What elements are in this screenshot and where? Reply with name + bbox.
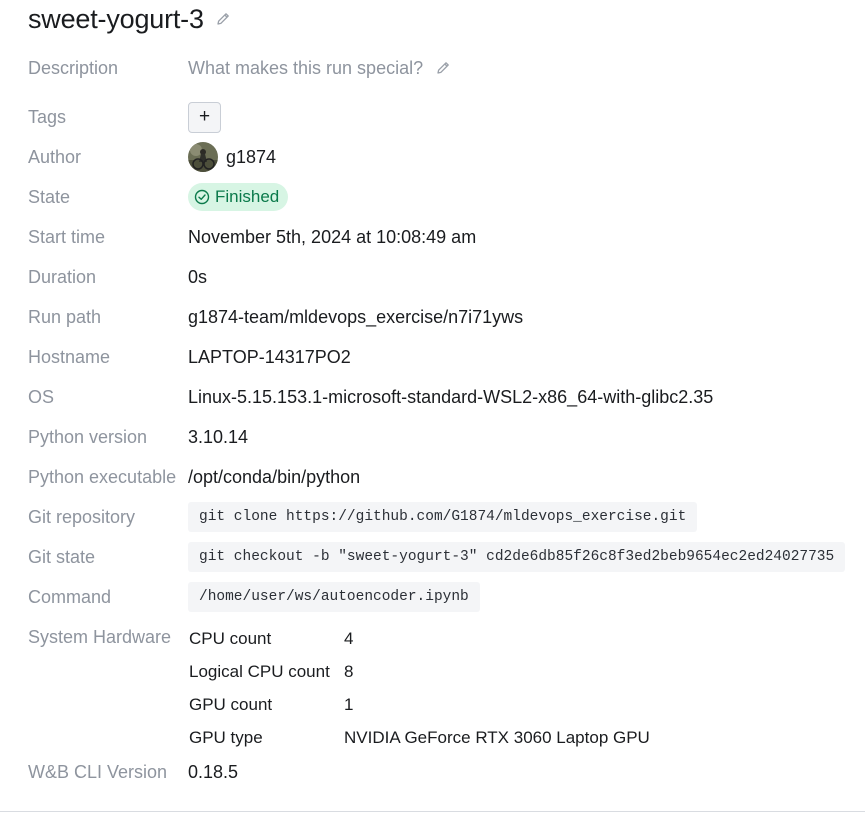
run-name: sweet-yogurt-3 [28,3,204,34]
author-username[interactable]: g1874 [226,147,276,168]
hardware-value: 1 [344,694,354,714]
state-value: Finished [188,183,289,211]
run-path-label: Run path [28,306,102,327]
state-text: Finished [215,187,280,206]
hardware-key: Logical CPU count [189,661,330,681]
hardware-key: GPU type [189,727,263,747]
hostname-value: LAPTOP-14317PO2 [188,346,351,367]
python-executable-value: /opt/conda/bin/python [188,466,361,487]
os-label: OS [28,386,55,407]
start-time-label: Start time [28,226,106,247]
start-time-value: November 5th, 2024 at 10:08:49 am [188,226,477,247]
git-state-value: git checkout -b "sweet-yogurt-3" cd2de6d… [188,542,846,572]
python-executable-label: Python executable [28,466,177,487]
hardware-value: NVIDIA GeForce RTX 3060 Laptop GPU [344,727,650,747]
command-label: Command [28,586,112,607]
hardware-key: GPU count [189,694,273,714]
edit-description-pencil-icon[interactable] [435,60,451,76]
tags-label: Tags [28,106,67,127]
edit-run-name-pencil-icon[interactable] [215,11,231,27]
state-label: State [28,186,71,207]
author-label: Author [28,146,82,167]
duration-value: 0s [188,266,208,287]
python-version-value: 3.10.14 [188,426,249,447]
git-repository-label: Git repository [28,506,136,527]
command-value: /home/user/ws/autoencoder.ipynb [188,582,480,612]
cli-version-label: W&B CLI Version [28,761,168,782]
os-value: Linux-5.15.153.1-microsoft-standard-WSL2… [188,386,714,407]
git-repository-value: git clone https://github.com/G1874/mldev… [188,502,698,532]
hardware-key: CPU count [189,628,272,648]
state-badge: Finished [188,183,289,211]
section-divider [0,811,865,812]
hardware-value: 8 [344,661,354,681]
hardware-value: 4 [344,628,354,648]
description-label: Description [28,57,119,78]
description-value[interactable]: What makes this run special? [188,58,451,79]
hostname-label: Hostname [28,346,111,367]
run-overview-page: sweet-yogurt-3 Description What makes th… [0,0,865,813]
cli-version-value: 0.18.5 [188,761,239,782]
run-title-row: sweet-yogurt-3 [28,2,231,36]
git-state-label: Git state [28,546,96,567]
tags-value: + [188,101,221,133]
author-value: g1874 [188,142,276,172]
add-tag-button[interactable]: + [188,101,221,133]
duration-label: Duration [28,266,97,287]
description-placeholder[interactable]: What makes this run special? [188,58,423,79]
run-path-value[interactable]: g1874-team/mldevops_exercise/n7i71yws [188,307,523,328]
check-circle-icon [194,189,210,205]
system-hardware-label: System Hardware [28,626,172,647]
command-code[interactable]: /home/user/ws/autoencoder.ipynb [188,582,480,612]
git-checkout-command[interactable]: git checkout -b "sweet-yogurt-3" cd2de6d… [188,542,846,572]
author-avatar[interactable] [188,142,218,172]
git-clone-command[interactable]: git clone https://github.com/G1874/mldev… [188,502,698,532]
python-version-label: Python version [28,426,148,447]
